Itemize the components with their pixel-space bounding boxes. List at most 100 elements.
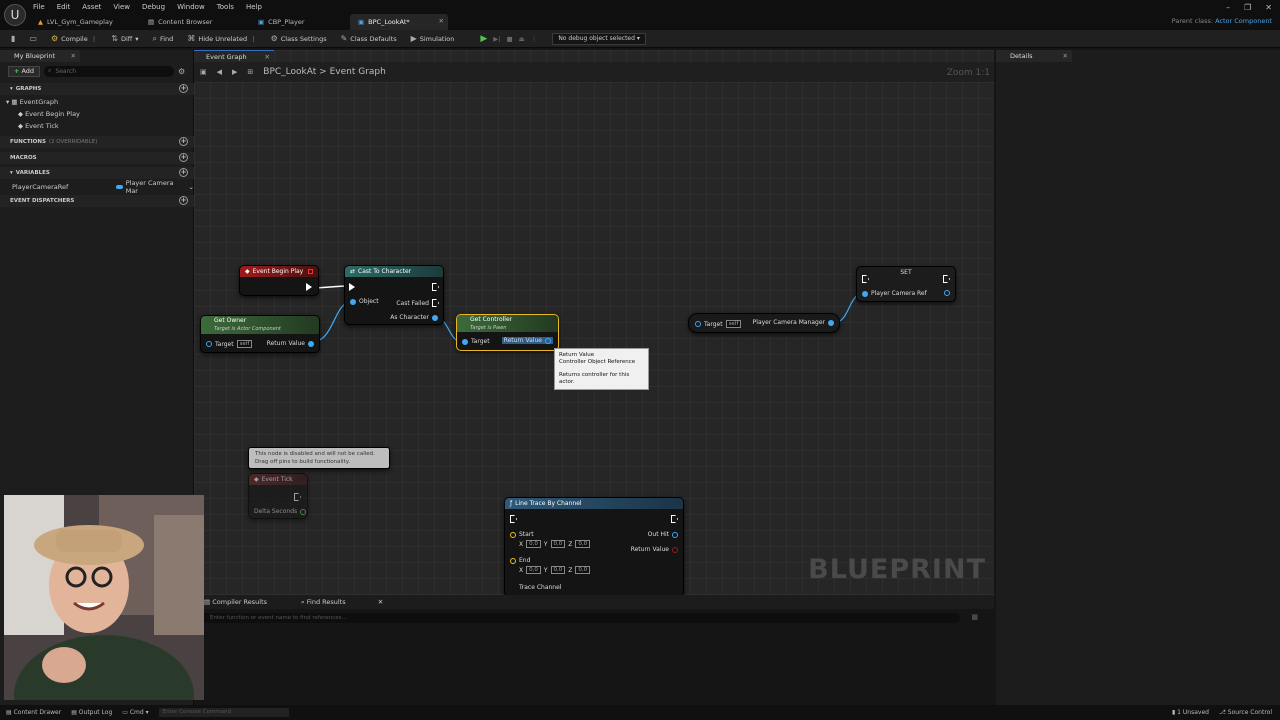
- dispatchers-section[interactable]: EVENT DISPATCHERS +: [0, 195, 194, 207]
- node-event-tick[interactable]: ◆ Event Tick Delta Seconds: [248, 473, 308, 519]
- close-icon[interactable]: ✕: [378, 598, 383, 606]
- start-z-input[interactable]: 0,0: [575, 540, 591, 548]
- step-icon[interactable]: ▶|: [493, 35, 500, 43]
- node-event-begin-play[interactable]: ◆ Event Begin Play: [239, 265, 319, 296]
- object-input-pin[interactable]: Object: [350, 298, 379, 305]
- close-window-icon[interactable]: ✕: [1265, 3, 1272, 12]
- minimize-icon[interactable]: –: [1226, 3, 1230, 12]
- diff-button[interactable]: ⇅ Diff ▾: [106, 32, 143, 46]
- output-log-button[interactable]: ▤ Output Log: [71, 709, 112, 716]
- start-y-input[interactable]: 0,0: [550, 540, 566, 548]
- graph-item-begin-play[interactable]: ◆ Event Begin Play: [0, 108, 194, 120]
- return-value-pin[interactable]: Return Value: [267, 340, 314, 347]
- tab-bpc-lookat[interactable]: ▣ BPC_LookAt* ✕: [350, 14, 448, 30]
- menu-asset[interactable]: Asset: [82, 3, 101, 11]
- exec-in-pin[interactable]: [349, 283, 355, 291]
- player-camera-ref-input[interactable]: Player Camera Ref: [862, 290, 927, 297]
- node-player-camera-manager[interactable]: Target self Player Camera Manager: [688, 313, 840, 333]
- start-pin[interactable]: Start: [510, 531, 534, 538]
- trace-channel-pin[interactable]: Trace Channel: [519, 584, 561, 591]
- out-hit-pin[interactable]: Out Hit: [648, 531, 678, 538]
- exec-out-pin[interactable]: [306, 283, 312, 291]
- functions-section[interactable]: FUNCTIONS (2 OVERRIDABLE) +: [0, 136, 194, 148]
- cast-failed-pin[interactable]: Cast Failed: [396, 299, 439, 307]
- console-input[interactable]: Enter Console Command: [158, 708, 289, 717]
- delta-seconds-pin[interactable]: Delta Seconds: [254, 508, 307, 515]
- search-input[interactable]: ⌕ Search: [44, 65, 175, 77]
- tab-compiler-results[interactable]: ▤ Compiler Results: [204, 598, 267, 606]
- close-icon[interactable]: ✕: [71, 52, 76, 60]
- node-get-owner[interactable]: Get Owner Target is Actor Component Targe…: [200, 315, 320, 353]
- menu-view[interactable]: View: [113, 3, 130, 11]
- event-graph-canvas[interactable]: Event Graph ✕ ▣ ◀ ▶ ⊞ BPC_LookAt > Event …: [194, 50, 994, 595]
- content-drawer-button[interactable]: ▤ Content Drawer: [6, 709, 61, 716]
- add-graph-icon[interactable]: +: [179, 84, 188, 93]
- graphs-section[interactable]: ▾ GRAPHS +: [0, 83, 194, 95]
- add-dispatcher-icon[interactable]: +: [179, 196, 188, 205]
- exec-in-pin[interactable]: [862, 275, 869, 283]
- stop-icon[interactable]: ■: [507, 35, 513, 43]
- node-cast-to-character[interactable]: ⇄ Cast To Character Object Cast Failed As…: [344, 265, 444, 325]
- parent-class-link[interactable]: Actor Component: [1215, 17, 1272, 25]
- hide-unrelated-button[interactable]: ⌘ Hide Unrelated ⋮: [182, 32, 261, 46]
- menu-debug[interactable]: Debug: [142, 3, 165, 11]
- end-y-input[interactable]: 0,0: [550, 566, 566, 574]
- gear-icon[interactable]: ⚙: [178, 67, 185, 76]
- as-character-pin[interactable]: As Character: [390, 314, 438, 321]
- menu-tools[interactable]: Tools: [217, 3, 234, 11]
- tab-details[interactable]: Details ✕: [996, 50, 1072, 62]
- variable-item[interactable]: PlayerCameraRef Player Camera Mar ⌄: [0, 179, 194, 195]
- cmd-dropdown[interactable]: ▭ Cmd ▾: [122, 709, 148, 716]
- add-macro-icon[interactable]: +: [179, 153, 188, 162]
- macros-section[interactable]: MACROS +: [0, 152, 194, 164]
- end-x-input[interactable]: 0,0: [526, 566, 541, 574]
- graph-item-tick[interactable]: ◆ Event Tick: [0, 120, 194, 132]
- play-icon[interactable]: ▶: [480, 34, 487, 44]
- close-tab-icon[interactable]: ✕: [439, 17, 444, 25]
- menu-window[interactable]: Window: [177, 3, 205, 11]
- save-button[interactable]: ▮: [6, 32, 20, 46]
- tab-cbp-player[interactable]: ▣ CBP_Player: [250, 14, 350, 30]
- unsaved-button[interactable]: ▮ 1 Unsaved: [1172, 709, 1209, 716]
- browse-button[interactable]: ▭: [24, 32, 42, 46]
- tab-level[interactable]: ▲ LVL_Gym_Gameplay: [30, 14, 140, 30]
- close-icon[interactable]: ✕: [1063, 52, 1068, 60]
- exec-in-pin[interactable]: [510, 515, 517, 523]
- pcm-output-pin[interactable]: Player Camera Manager: [753, 319, 834, 326]
- unreal-logo-icon[interactable]: U: [4, 4, 26, 26]
- class-defaults-button[interactable]: ✎ Class Defaults: [336, 32, 402, 46]
- debug-object-dropdown[interactable]: No debug object selected ▾: [552, 32, 646, 45]
- exec-out-pin[interactable]: [432, 283, 439, 291]
- exec-out-pin[interactable]: [671, 515, 678, 523]
- add-button[interactable]: + Add: [8, 65, 41, 77]
- target-pin[interactable]: Target self: [695, 320, 742, 328]
- delegate-pin-icon[interactable]: [308, 269, 313, 274]
- tab-my-blueprint[interactable]: My Blueprint ✕: [0, 50, 80, 62]
- return-value-pin[interactable]: Return Value: [631, 546, 678, 553]
- menu-edit[interactable]: Edit: [57, 3, 71, 11]
- find-button[interactable]: ⌕ Find: [148, 32, 179, 46]
- eject-icon[interactable]: ⏏: [519, 35, 525, 43]
- node-line-trace-by-channel[interactable]: ƒ Line Trace By Channel Start X 0,0 Y 0,0 Z…: [504, 497, 684, 595]
- graph-item-eventgraph[interactable]: ▾ ▦ EventGraph: [0, 96, 194, 108]
- return-value-pin[interactable]: Return Value: [501, 337, 553, 344]
- target-pin[interactable]: Target: [462, 338, 490, 345]
- source-control-button[interactable]: ⎇ Source Control: [1219, 709, 1272, 716]
- start-x-input[interactable]: 0,0: [526, 540, 541, 548]
- end-z-input[interactable]: 0,0: [575, 566, 591, 574]
- maximize-icon[interactable]: ❐: [1244, 3, 1251, 12]
- find-input[interactable]: Enter function or event name to find ref…: [200, 613, 960, 623]
- variables-section[interactable]: ▾ VARIABLES +: [0, 167, 194, 179]
- menu-help[interactable]: Help: [246, 3, 262, 11]
- player-camera-ref-output[interactable]: [944, 290, 950, 296]
- node-get-controller[interactable]: Get Controller Target is Pawn Target Retu…: [456, 314, 559, 351]
- add-function-icon[interactable]: +: [179, 137, 188, 146]
- menu-file[interactable]: File: [33, 3, 45, 11]
- tab-content-browser[interactable]: ▤ Content Browser: [140, 14, 250, 30]
- options-icon[interactable]: ⋮: [531, 35, 538, 43]
- node-set-player-camera-ref[interactable]: SET Player Camera Ref: [856, 266, 956, 302]
- add-variable-icon[interactable]: +: [179, 168, 188, 177]
- exec-out-pin[interactable]: [943, 275, 950, 283]
- compile-button[interactable]: ⚙ Compile ⋮: [46, 32, 102, 46]
- find-options-icon[interactable]: ▦: [971, 613, 978, 621]
